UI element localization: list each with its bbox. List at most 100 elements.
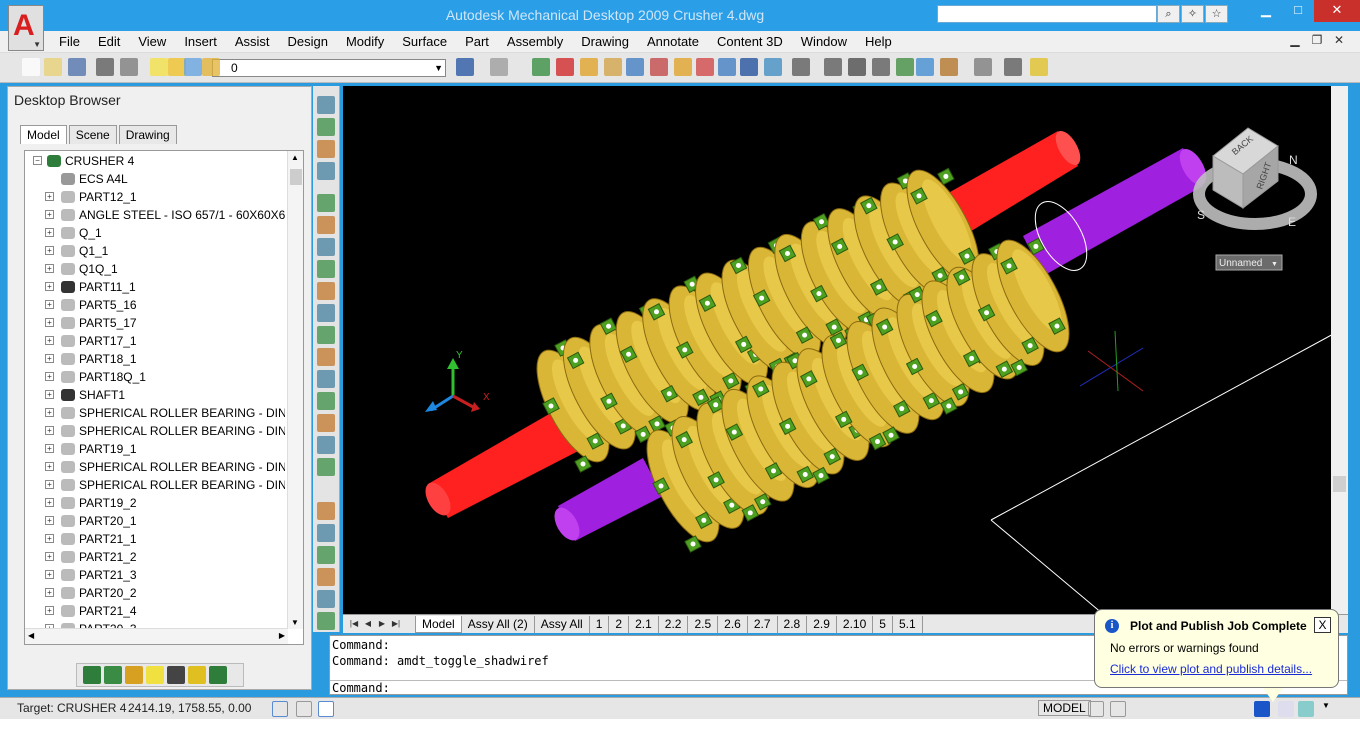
layout-tab[interactable]: 2.1 <box>629 616 659 633</box>
quick-view-layouts-icon[interactable] <box>1088 701 1104 717</box>
tree-item[interactable]: + Q1Q_1 <box>25 260 285 278</box>
tree-item[interactable]: + SPHERICAL ROLLER BEARING - DIN 635 <box>25 422 285 440</box>
help-icon[interactable] <box>740 58 758 76</box>
layout-tab[interactable]: 2.8 <box>778 616 808 633</box>
zoom-icon[interactable] <box>1164 701 1180 717</box>
freeze-icon[interactable] <box>184 58 202 76</box>
ortho-icon[interactable] <box>318 701 334 717</box>
expand-icon[interactable]: + <box>45 318 54 327</box>
model-viewport[interactable]: Y X BACK RIGHT N S E Unnamed ▼ <box>343 86 1348 614</box>
communication-center-icon[interactable] <box>1254 701 1270 717</box>
expand-icon[interactable]: + <box>45 408 54 417</box>
menu-design[interactable]: Design <box>279 34 337 49</box>
workplane-icon[interactable] <box>317 436 335 454</box>
tree-horizontal-scrollbar[interactable]: ◀ ▶ <box>25 628 288 644</box>
clean-screen-icon[interactable] <box>1298 701 1314 717</box>
tab-scene[interactable]: Scene <box>68 125 117 144</box>
workaxis-icon[interactable] <box>317 458 335 476</box>
pencil-icon[interactable] <box>604 58 622 76</box>
sketch-icon[interactable] <box>317 96 335 114</box>
chamfer-icon[interactable] <box>317 326 335 344</box>
tree-item[interactable]: + PART12_1 <box>25 188 285 206</box>
erase-icon[interactable] <box>1004 58 1022 76</box>
expand-icon[interactable]: + <box>45 282 54 291</box>
expand-icon[interactable]: + <box>45 192 54 201</box>
expand-icon[interactable]: + <box>45 264 54 273</box>
extrude-icon[interactable] <box>317 194 335 212</box>
gear-icon[interactable] <box>674 58 692 76</box>
layout-tab[interactable]: 2.7 <box>748 616 778 633</box>
tab-drawing[interactable]: Drawing <box>118 125 177 144</box>
filter-icon[interactable] <box>1030 58 1048 76</box>
model-canvas[interactable]: Y X BACK RIGHT N S E Unnamed ▼ <box>343 86 1348 614</box>
view-icon[interactable] <box>848 58 866 76</box>
close-button[interactable]: ✕ <box>1314 0 1360 22</box>
hole-icon[interactable] <box>317 348 335 366</box>
lock-icon[interactable] <box>202 58 220 76</box>
layout-tab[interactable]: 2.5 <box>688 616 719 633</box>
tree-item[interactable]: + Q_1 <box>25 224 285 242</box>
dimension-icon[interactable] <box>718 58 736 76</box>
color-icon[interactable] <box>317 612 335 630</box>
expand-icon[interactable]: + <box>45 210 54 219</box>
layout-tab[interactable]: 2.2 <box>659 616 689 633</box>
scroll-left-icon[interactable]: ◀ <box>28 631 34 640</box>
otrack-icon[interactable] <box>384 701 400 717</box>
next-tab-icon[interactable]: ▶ <box>375 617 389 631</box>
snap-icon[interactable] <box>272 701 288 717</box>
tree-item[interactable]: + SPHERICAL ROLLER BEARING - DIN 635 <box>25 476 285 494</box>
expand-icon[interactable]: + <box>45 390 54 399</box>
undo-icon[interactable] <box>456 58 474 76</box>
tree-item[interactable]: + PART20_1 <box>25 512 285 530</box>
redo-icon[interactable] <box>490 58 508 76</box>
restore-button[interactable]: □ <box>1282 0 1314 22</box>
edit-icon[interactable] <box>626 58 644 76</box>
layer-bulb-icon[interactable] <box>150 58 168 76</box>
layer-dropdown[interactable]: 0 ▼ <box>212 59 446 77</box>
box-icon[interactable] <box>872 58 890 76</box>
loft-icon[interactable] <box>317 260 335 278</box>
expand-icon[interactable]: + <box>45 426 54 435</box>
layout-tab[interactable]: 2.6 <box>718 616 748 633</box>
notes-icon[interactable] <box>146 666 164 684</box>
workpoint-icon[interactable] <box>317 502 335 520</box>
move-icon[interactable] <box>317 568 335 586</box>
mirror-icon[interactable] <box>317 524 335 542</box>
menu-file[interactable]: File <box>50 34 89 49</box>
tree-item[interactable]: + SPHERICAL ROLLER BEARING - DIN 635 <box>25 404 285 422</box>
layout-tab[interactable]: 2.9 <box>807 616 837 633</box>
scroll-thumb[interactable] <box>1333 476 1346 492</box>
expand-icon[interactable]: + <box>45 606 54 615</box>
menu-assembly[interactable]: Assembly <box>498 34 572 49</box>
menu-edit[interactable]: Edit <box>89 34 129 49</box>
snowflake-icon[interactable] <box>696 58 714 76</box>
tree-item[interactable]: + PART19_1 <box>25 440 285 458</box>
layout-tab[interactable]: 2.10 <box>837 616 874 633</box>
tree-item[interactable]: + PART11_1 <box>25 278 285 296</box>
split-icon[interactable] <box>317 392 335 410</box>
layout-tab[interactable]: Model <box>415 616 462 633</box>
profile-icon[interactable] <box>317 118 335 136</box>
menu-insert[interactable]: Insert <box>175 34 226 49</box>
new-icon[interactable] <box>22 58 40 76</box>
tree-item[interactable]: + ANGLE STEEL - ISO 657/1 - 60X60X6 - 600 <box>25 206 285 224</box>
tree-item[interactable]: + PART5_16 <box>25 296 285 314</box>
menu-drawing[interactable]: Drawing <box>572 34 638 49</box>
scroll-thumb[interactable] <box>290 169 302 185</box>
expand-icon[interactable]: + <box>45 354 54 363</box>
minimize-button[interactable]: ▁ <box>1250 0 1282 22</box>
menu-annotate[interactable]: Annotate <box>638 34 708 49</box>
menu-window[interactable]: Window <box>792 34 856 49</box>
catalog-icon[interactable] <box>125 666 143 684</box>
expand-icon[interactable]: + <box>45 444 54 453</box>
constraint-icon[interactable] <box>167 666 185 684</box>
menu-content-3d[interactable]: Content 3D <box>708 34 792 49</box>
expand-icon[interactable]: + <box>45 552 54 561</box>
lock-icon[interactable] <box>1228 701 1244 717</box>
array-icon[interactable] <box>317 590 335 608</box>
tree-item[interactable]: + PART20_2 <box>25 584 285 602</box>
menu-part[interactable]: Part <box>456 34 498 49</box>
tree-item[interactable]: ECS A4L <box>25 170 285 188</box>
expand-icon[interactable]: + <box>45 516 54 525</box>
update-part-icon[interactable] <box>83 666 101 684</box>
